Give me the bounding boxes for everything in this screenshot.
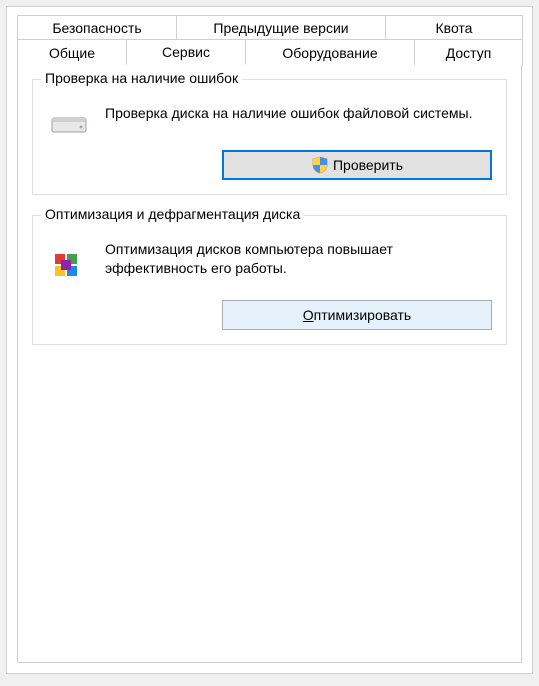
tab-tools[interactable]: Сервис (126, 39, 246, 65)
group-optimize: Оптимизация и дефрагментация диска Оптим… (32, 215, 507, 345)
tab-general[interactable]: Общие (17, 39, 127, 65)
tab-sharing[interactable]: Доступ (414, 39, 523, 65)
check-button[interactable]: Проверить (222, 150, 492, 180)
disk-icon (51, 114, 87, 136)
tab-quota[interactable]: Квота (385, 15, 523, 40)
tab-hardware[interactable]: Оборудование (245, 39, 415, 65)
optimize-button[interactable]: Оптимизировать (222, 300, 492, 330)
optimize-button-row: Оптимизировать (47, 300, 492, 330)
optimize-button-label: Оптимизировать (303, 307, 411, 323)
group-error-checking: Проверка на наличие ошибок Проверка диск… (32, 79, 507, 195)
tab-previous-versions[interactable]: Предыдущие версии (176, 15, 386, 40)
tab-row-1: Безопасность Предыдущие версии Квота (17, 15, 522, 40)
defrag-icon-cell (47, 240, 91, 286)
optimize-description: Оптимизация дисков компьютера повышает э… (105, 240, 492, 278)
disk-icon-cell (47, 104, 91, 136)
check-button-label: Проверить (333, 157, 403, 173)
tab-content: Проверка на наличие ошибок Проверка диск… (17, 65, 522, 663)
group-title-check: Проверка на наличие ошибок (41, 70, 242, 86)
properties-dialog: Безопасность Предыдущие версии Квота Общ… (6, 6, 533, 674)
tab-row-2: Общие Сервис Оборудование Доступ (17, 39, 522, 65)
group-body-check: Проверка диска на наличие ошибок файлово… (47, 104, 492, 136)
group-body-optimize: Оптимизация дисков компьютера повышает э… (47, 240, 492, 286)
shield-icon (311, 156, 329, 174)
check-description: Проверка диска на наличие ошибок файлово… (105, 104, 492, 123)
group-title-optimize: Оптимизация и дефрагментация диска (41, 206, 304, 222)
check-button-row: Проверить (47, 150, 492, 180)
tab-area: Безопасность Предыдущие версии Квота Общ… (7, 7, 532, 65)
tab-security[interactable]: Безопасность (17, 15, 177, 40)
defrag-icon (51, 250, 87, 286)
